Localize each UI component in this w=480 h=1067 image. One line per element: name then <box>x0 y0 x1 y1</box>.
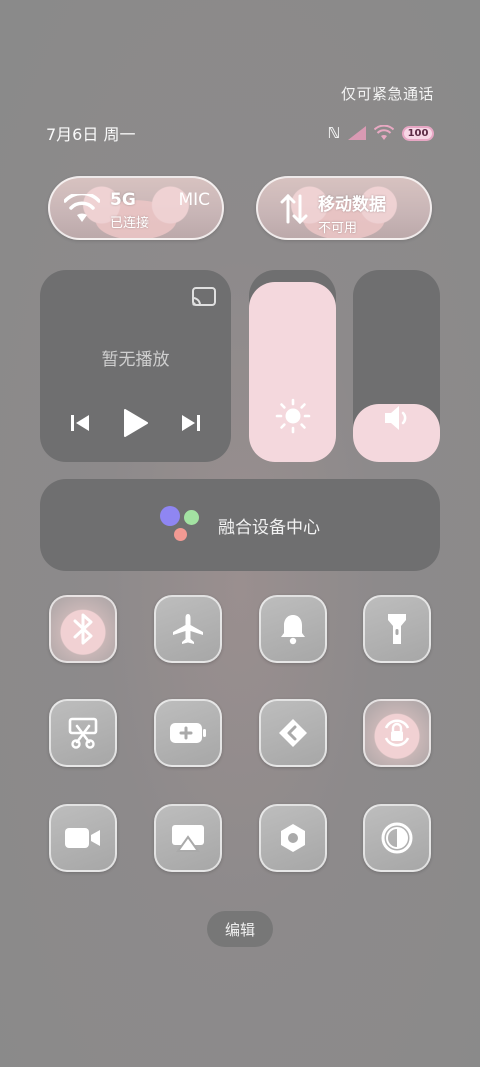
brightness-icon <box>249 398 336 438</box>
airplane-icon <box>173 614 203 644</box>
flashlight-icon <box>388 614 406 644</box>
volume-icon <box>353 402 440 438</box>
battery-saver-icon <box>170 723 206 743</box>
status-bar: 7月6日 周一 ℕ 100 <box>46 122 434 144</box>
rotation-lock-tile[interactable] <box>363 699 431 767</box>
brightness-slider[interactable] <box>249 270 336 462</box>
mobile-data-toggle[interactable]: 移动数据 不可用 <box>256 176 432 240</box>
next-track-icon[interactable] <box>180 413 202 433</box>
settings-gear-icon <box>281 824 305 852</box>
link-icon <box>279 719 307 747</box>
screenshot-tile[interactable] <box>49 699 117 767</box>
rotation-lock-icon <box>384 719 410 747</box>
emergency-calls-only: 仅可紧急通话 <box>340 85 434 103</box>
wifi-status-icon <box>374 125 394 140</box>
mobile-data-status: 不可用 <box>318 221 358 236</box>
bell-icon <box>281 615 305 645</box>
sound-mode-tile[interactable] <box>259 595 327 663</box>
signal-icon <box>348 126 366 140</box>
wifi-toggle[interactable]: 5G 已连接 MIC <box>48 176 224 240</box>
screen-cast-icon <box>172 825 204 852</box>
device-center-card[interactable]: 融合设备中心 <box>40 479 440 571</box>
media-player-card[interactable]: 暂无播放 <box>40 270 231 462</box>
video-camera-icon <box>65 828 100 848</box>
screenshot-scissors-icon <box>68 717 98 749</box>
mobile-data-icon <box>280 194 308 224</box>
device-center-label: 融合设备中心 <box>218 517 320 538</box>
screen-record-tile[interactable] <box>49 804 117 872</box>
battery-saver-tile[interactable] <box>154 699 222 767</box>
settings-tile[interactable] <box>259 804 327 872</box>
device-center-icon <box>160 504 202 546</box>
bluetooth-tile[interactable] <box>49 595 117 663</box>
nfc-icon: ℕ <box>327 124 340 142</box>
wifi-status: 已连接 <box>110 216 150 231</box>
airplane-mode-tile[interactable] <box>154 595 222 663</box>
wifi-name: 5G <box>110 190 136 210</box>
wifi-icon <box>64 194 100 222</box>
previous-track-icon[interactable] <box>69 413 91 433</box>
battery-indicator: 100 <box>402 125 434 141</box>
date-label: 7月6日 周一 <box>46 125 136 144</box>
edit-button[interactable]: 编辑 <box>207 911 273 947</box>
play-icon[interactable] <box>121 408 149 438</box>
media-status: 暂无播放 <box>101 350 170 370</box>
bluetooth-icon <box>73 613 93 645</box>
mobile-data-title: 移动数据 <box>318 195 386 215</box>
link-tile[interactable] <box>259 699 327 767</box>
cast-icon[interactable] <box>191 286 217 308</box>
dark-mode-icon <box>381 822 413 854</box>
flashlight-tile[interactable] <box>363 595 431 663</box>
screen-cast-tile[interactable] <box>154 804 222 872</box>
media-controls <box>40 408 231 438</box>
wifi-name-overflow: MIC <box>178 190 210 210</box>
status-icons: ℕ 100 <box>327 124 434 142</box>
volume-slider[interactable] <box>353 270 440 462</box>
dark-mode-tile[interactable] <box>363 804 431 872</box>
